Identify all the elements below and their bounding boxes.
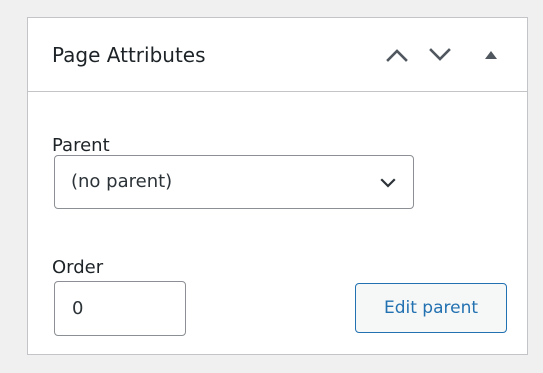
chevron-down-icon — [380, 178, 396, 188]
panel-header: Page Attributes — [28, 18, 527, 92]
chevron-up-icon — [386, 49, 408, 62]
order-input[interactable] — [54, 281, 186, 336]
page-attributes-panel: Page Attributes Parent (no parent) Order… — [27, 17, 528, 355]
parent-select[interactable]: (no parent) — [54, 155, 414, 209]
chevron-down-icon — [429, 48, 451, 61]
order-label: Order — [52, 257, 104, 278]
move-down-button[interactable] — [423, 38, 457, 72]
parent-select-value: (no parent) — [71, 171, 173, 192]
move-up-button[interactable] — [380, 38, 414, 72]
edit-parent-button[interactable]: Edit parent — [355, 283, 507, 333]
triangle-up-icon — [485, 51, 497, 59]
toggle-panel-button[interactable] — [474, 38, 508, 72]
panel-title: Page Attributes — [52, 43, 206, 67]
